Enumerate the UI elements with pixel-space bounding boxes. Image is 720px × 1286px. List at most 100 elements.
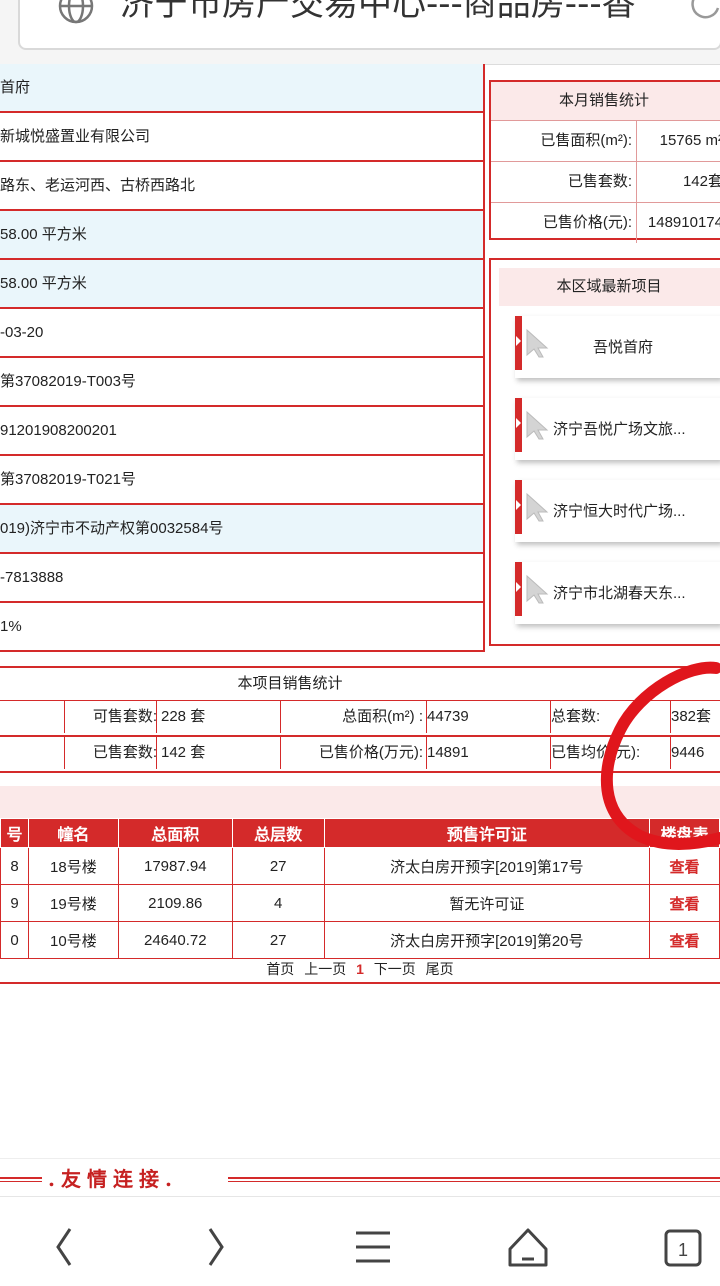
- first-page-link[interactable]: 首页: [266, 961, 294, 977]
- reload-icon[interactable]: [685, 0, 720, 29]
- project-marker: [515, 398, 522, 452]
- menu-icon[interactable]: [322, 1197, 422, 1281]
- last-page-link[interactable]: 尾页: [426, 961, 454, 977]
- cell-total-area: 17987.94: [117, 847, 233, 885]
- total-units-value: 382套: [670, 701, 720, 733]
- building-table: 号 幢名 总面积 总层数 预售许可证 楼盘表 8 18号楼 17987.94 2…: [0, 818, 720, 959]
- latest-project-item[interactable]: 济宁恒大时代广场...: [515, 480, 720, 542]
- tabs-icon[interactable]: 1: [634, 1197, 720, 1281]
- forward-icon[interactable]: [168, 1197, 268, 1281]
- sold-price-label: 已售价格(元):: [491, 203, 637, 243]
- total-area-label: 总面积(m²) :: [280, 701, 427, 733]
- table-row: 0 10号楼 24640.72 27 济太白房开预字[2019]第20号 查看: [0, 921, 720, 959]
- cursor-icon: [525, 410, 551, 445]
- cursor-icon: [525, 492, 551, 527]
- page-title-url[interactable]: 济宁市房产交易中心---商品房---香: [120, 0, 660, 32]
- cursor-icon: [525, 574, 551, 609]
- section-band: [0, 786, 720, 818]
- view-link[interactable]: 查看: [670, 858, 700, 876]
- info-row: 019)济宁市不动产权第0032584号: [0, 505, 483, 554]
- sold-units-label: 已售套数:: [491, 162, 637, 202]
- globe-icon: [56, 0, 96, 31]
- month-stats-title: 本月销售统计: [491, 82, 720, 121]
- home-icon[interactable]: [478, 1197, 578, 1281]
- browser-url-bar: 济宁市房产交易中心---商品房---香: [0, 0, 720, 65]
- info-row: 58.00 平方米: [0, 260, 483, 309]
- latest-project-item[interactable]: 济宁市北湖春天东...: [515, 562, 720, 624]
- cell-no: 9: [0, 884, 29, 922]
- latest-project-name[interactable]: 吾悦首府: [593, 336, 653, 357]
- latest-projects-panel: 本区域最新项目 吾悦首府 济宁吾悦广场文旅... 济宁恒大时代广场... 济宁市…: [489, 258, 720, 646]
- view-link[interactable]: 查看: [670, 895, 700, 913]
- info-row: 新城悦盛置业有限公司: [0, 113, 483, 162]
- sold-units-value: 142 套: [156, 737, 283, 769]
- cell-building-name: 10号楼: [27, 921, 119, 959]
- divider: [0, 1177, 42, 1182]
- cell-no: 0: [0, 921, 29, 959]
- current-page: 1: [356, 961, 364, 977]
- project-stats-title: 本项目销售统计: [0, 666, 720, 701]
- sold-price-label: 已售价格(万元):: [280, 737, 427, 769]
- pagination: 首页 上一页 1 下一页 尾页: [0, 958, 720, 984]
- available-units-label: 可售套数:: [64, 701, 161, 733]
- sold-area-label: 已售面积(m²):: [491, 121, 637, 161]
- friend-links-band: .友情连接.: [0, 1158, 720, 1198]
- view-link[interactable]: 查看: [670, 932, 700, 950]
- cell-floors: 4: [231, 884, 325, 922]
- cell-floors: 27: [231, 847, 325, 885]
- latest-project-item[interactable]: 济宁吾悦广场文旅...: [515, 398, 720, 460]
- cell-permit: 济太白房开预字[2019]第20号: [323, 921, 651, 959]
- header-total-area: 总面积: [117, 818, 233, 848]
- latest-project-name[interactable]: 济宁吾悦广场文旅...: [553, 418, 686, 439]
- latest-project-item[interactable]: 吾悦首府: [515, 316, 720, 378]
- info-row: 路东、老运河西、古桥西路北: [0, 162, 483, 211]
- table-row: 9 19号楼 2109.86 4 暂无许可证 查看: [0, 884, 720, 922]
- latest-project-name[interactable]: 济宁市北湖春天东...: [553, 582, 686, 603]
- average-price-label: 已售均价(元):: [550, 737, 669, 769]
- cell-total-area: 2109.86: [117, 884, 233, 922]
- header-detail: 楼盘表: [649, 818, 720, 848]
- info-row: -03-20: [0, 309, 483, 358]
- cell-total-area: 24640.72: [117, 921, 233, 959]
- address-field[interactable]: 济宁市房产交易中心---商品房---香: [18, 0, 720, 50]
- cell-building-name: 19号楼: [27, 884, 119, 922]
- cell-building-name: 18号楼: [27, 847, 119, 885]
- next-page-link[interactable]: 下一页: [374, 961, 416, 977]
- browser-bottom-nav: 1: [0, 1196, 720, 1281]
- cell-floors: 27: [231, 921, 325, 959]
- total-area-value: 44739: [426, 701, 547, 733]
- prev-page-link[interactable]: 上一页: [304, 961, 346, 977]
- sold-price-value: 148910174: [647, 214, 720, 231]
- info-row: 第37082019-T003号: [0, 358, 483, 407]
- sold-price-value: 14891: [426, 737, 547, 769]
- cursor-icon: [525, 328, 551, 363]
- project-sales-stats: 本项目销售统计 可售套数: 228 套 总面积(m²) : 44739 总套数:…: [0, 666, 720, 773]
- available-units-value: 228 套: [156, 701, 283, 733]
- latest-projects-title: 本区域最新项目: [499, 268, 720, 306]
- info-row: 58.00 平方米: [0, 211, 483, 260]
- info-row: 第37082019-T021号: [0, 456, 483, 505]
- sold-units-value: 142套: [682, 173, 720, 190]
- average-price-value: 9446: [670, 737, 720, 769]
- info-row: 1%: [0, 603, 483, 652]
- project-marker: [515, 562, 522, 616]
- month-sales-stats: 本月销售统计 已售面积(m²): 15765 m² 已售套数: 142套 已售价…: [489, 80, 720, 243]
- cell-no: 8: [0, 847, 29, 885]
- info-row: -7813888: [0, 554, 483, 603]
- sold-units-label: 已售套数:: [64, 737, 161, 769]
- info-row: 91201908200201: [0, 407, 483, 456]
- back-icon[interactable]: [12, 1197, 112, 1281]
- total-units-label: 总套数:: [550, 701, 669, 733]
- header-floors: 总层数: [231, 818, 325, 848]
- header-building-name: 幢名: [27, 818, 119, 848]
- cell-permit: 济太白房开预字[2019]第17号: [323, 847, 651, 885]
- info-row: 首府: [0, 64, 483, 113]
- sold-area-value: 15765 m²: [659, 132, 720, 149]
- project-marker: [515, 480, 522, 534]
- header-no: 号: [0, 818, 29, 848]
- header-presale-permit: 预售许可证: [323, 818, 651, 848]
- divider: [228, 1177, 720, 1182]
- tab-count: 1: [678, 1240, 688, 1260]
- latest-project-name[interactable]: 济宁恒大时代广场...: [553, 500, 686, 521]
- friend-links-title: .友情连接.: [48, 1167, 178, 1191]
